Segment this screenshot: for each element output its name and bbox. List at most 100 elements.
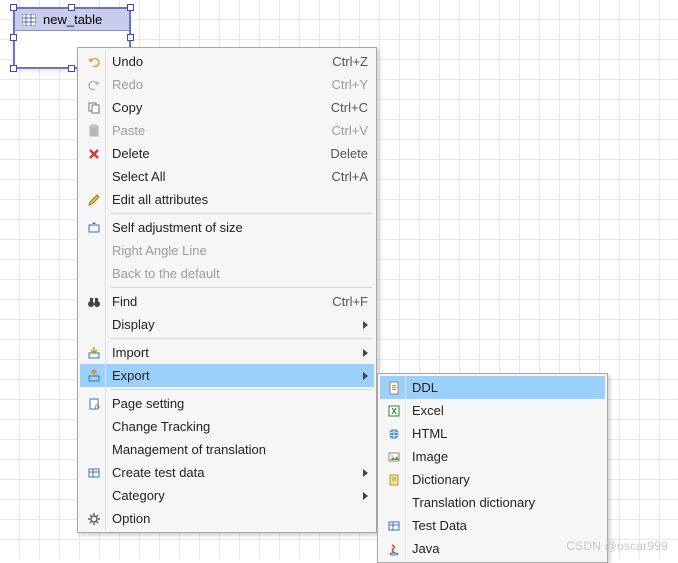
menu-item-back-to-the-default: Back to the default (80, 262, 374, 285)
redo-icon (84, 76, 104, 94)
table-entity-title: new_table (43, 12, 102, 27)
context-menu: UndoCtrl+ZRedoCtrl+YCopyCtrl+CPasteCtrl+… (77, 47, 377, 533)
paste-icon (84, 122, 104, 140)
menu-item-shortcut: Ctrl+V (332, 123, 368, 138)
menu-item-label: Export (112, 368, 355, 383)
blank-icon (84, 265, 104, 283)
html-icon (384, 425, 404, 443)
test-data-icon (384, 517, 404, 535)
menu-item-page-setting[interactable]: Page setting (80, 392, 374, 415)
menu-item-display[interactable]: Display (80, 313, 374, 336)
blank-icon (84, 487, 104, 505)
menu-icon-gutter (105, 50, 106, 530)
undo-icon (84, 53, 104, 71)
resize-handle-tm[interactable] (68, 4, 75, 11)
gear-icon (84, 510, 104, 528)
blank-icon (84, 316, 104, 334)
menu-item-label: HTML (412, 426, 599, 441)
menu-item-label: Change Tracking (112, 419, 368, 434)
menu-item-label: Select All (112, 169, 322, 184)
menu-item-label: Delete (112, 146, 320, 161)
menu-item-import[interactable]: Import (80, 341, 374, 364)
watermark: CSDN @oscar999 (566, 539, 668, 553)
menu-item-label: Dictionary (412, 472, 599, 487)
menu-item-ddl[interactable]: DDL (380, 376, 605, 399)
test-data-icon (84, 464, 104, 482)
menu-item-label: Option (112, 511, 368, 526)
menu-item-create-test-data[interactable]: Create test data (80, 461, 374, 484)
blank-icon (384, 494, 404, 512)
export-icon (84, 367, 104, 385)
blank-icon (84, 418, 104, 436)
menu-item-label: Self adjustment of size (112, 220, 368, 235)
ddl-icon (384, 379, 404, 397)
menu-item-image[interactable]: Image (380, 445, 605, 468)
menu-item-label: Test Data (412, 518, 599, 533)
menu-item-label: Copy (112, 100, 321, 115)
menu-separator (110, 213, 372, 214)
menu-item-option[interactable]: Option (80, 507, 374, 530)
dictionary-icon (384, 471, 404, 489)
menu-separator (110, 287, 372, 288)
menu-item-undo[interactable]: UndoCtrl+Z (80, 50, 374, 73)
table-icon (19, 13, 39, 27)
menu-item-dictionary[interactable]: Dictionary (380, 468, 605, 491)
resize-handle-bm[interactable] (68, 65, 75, 72)
copy-icon (84, 99, 104, 117)
menu-item-html[interactable]: HTML (380, 422, 605, 445)
menu-item-test-data[interactable]: Test Data (380, 514, 605, 537)
export-submenu: DDL X Excel HTML Image Dictionary Translation … (377, 373, 608, 563)
menu-separator (110, 338, 372, 339)
submenu-icon-gutter (405, 376, 406, 560)
menu-item-redo: RedoCtrl+Y (80, 73, 374, 96)
menu-item-label: Excel (412, 403, 599, 418)
menu-item-label: Category (112, 488, 355, 503)
menu-item-label: Management of translation (112, 442, 368, 457)
menu-item-label: Right Angle Line (112, 243, 368, 258)
menu-item-change-tracking[interactable]: Change Tracking (80, 415, 374, 438)
blank-icon (84, 441, 104, 459)
menu-item-find[interactable]: Find Ctrl+F (80, 290, 374, 313)
resize-handle-mr[interactable] (127, 34, 134, 41)
submenu-arrow-icon (363, 349, 368, 357)
menu-separator (110, 389, 372, 390)
menu-item-self-adjustment-of-size[interactable]: Self adjustment of size (80, 216, 374, 239)
menu-item-shortcut: Ctrl+Z (332, 54, 368, 69)
menu-item-category[interactable]: Category (80, 484, 374, 507)
binoculars-icon (84, 293, 104, 311)
menu-item-shortcut: Delete (330, 146, 368, 161)
import-icon (84, 344, 104, 362)
resize-handle-bl[interactable] (10, 65, 17, 72)
menu-item-select-all[interactable]: Select All Ctrl+A (80, 165, 374, 188)
menu-item-translation-dictionary[interactable]: Translation dictionary (380, 491, 605, 514)
table-entity-header[interactable]: new_table (15, 9, 129, 31)
menu-item-shortcut: Ctrl+A (332, 169, 368, 184)
menu-item-label: Edit all attributes (112, 192, 368, 207)
menu-item-label: Back to the default (112, 266, 368, 281)
excel-icon: X (384, 402, 404, 420)
menu-item-delete[interactable]: Delete Delete (80, 142, 374, 165)
submenu-arrow-icon (363, 372, 368, 380)
menu-item-label: Page setting (112, 396, 368, 411)
menu-item-label: Import (112, 345, 355, 360)
submenu-arrow-icon (363, 321, 368, 329)
menu-item-management-of-translation[interactable]: Management of translation (80, 438, 374, 461)
resize-handle-tl[interactable] (10, 4, 17, 11)
menu-item-label: Find (112, 294, 322, 309)
menu-item-label: Translation dictionary (412, 495, 599, 510)
menu-item-label: DDL (412, 380, 599, 395)
resize-handle-tr[interactable] (127, 4, 134, 11)
resize-handle-ml[interactable] (10, 34, 17, 41)
menu-item-shortcut: Ctrl+F (332, 294, 368, 309)
menu-item-excel[interactable]: X Excel (380, 399, 605, 422)
blank-icon (84, 242, 104, 260)
resize-icon (84, 219, 104, 237)
delete-icon (84, 145, 104, 163)
image-icon (384, 448, 404, 466)
menu-item-copy[interactable]: CopyCtrl+C (80, 96, 374, 119)
menu-item-right-angle-line: Right Angle Line (80, 239, 374, 262)
page-setup-icon (84, 395, 104, 413)
menu-item-export[interactable]: Export (80, 364, 374, 387)
menu-item-label: Display (112, 317, 355, 332)
menu-item-edit-all-attributes[interactable]: Edit all attributes (80, 188, 374, 211)
